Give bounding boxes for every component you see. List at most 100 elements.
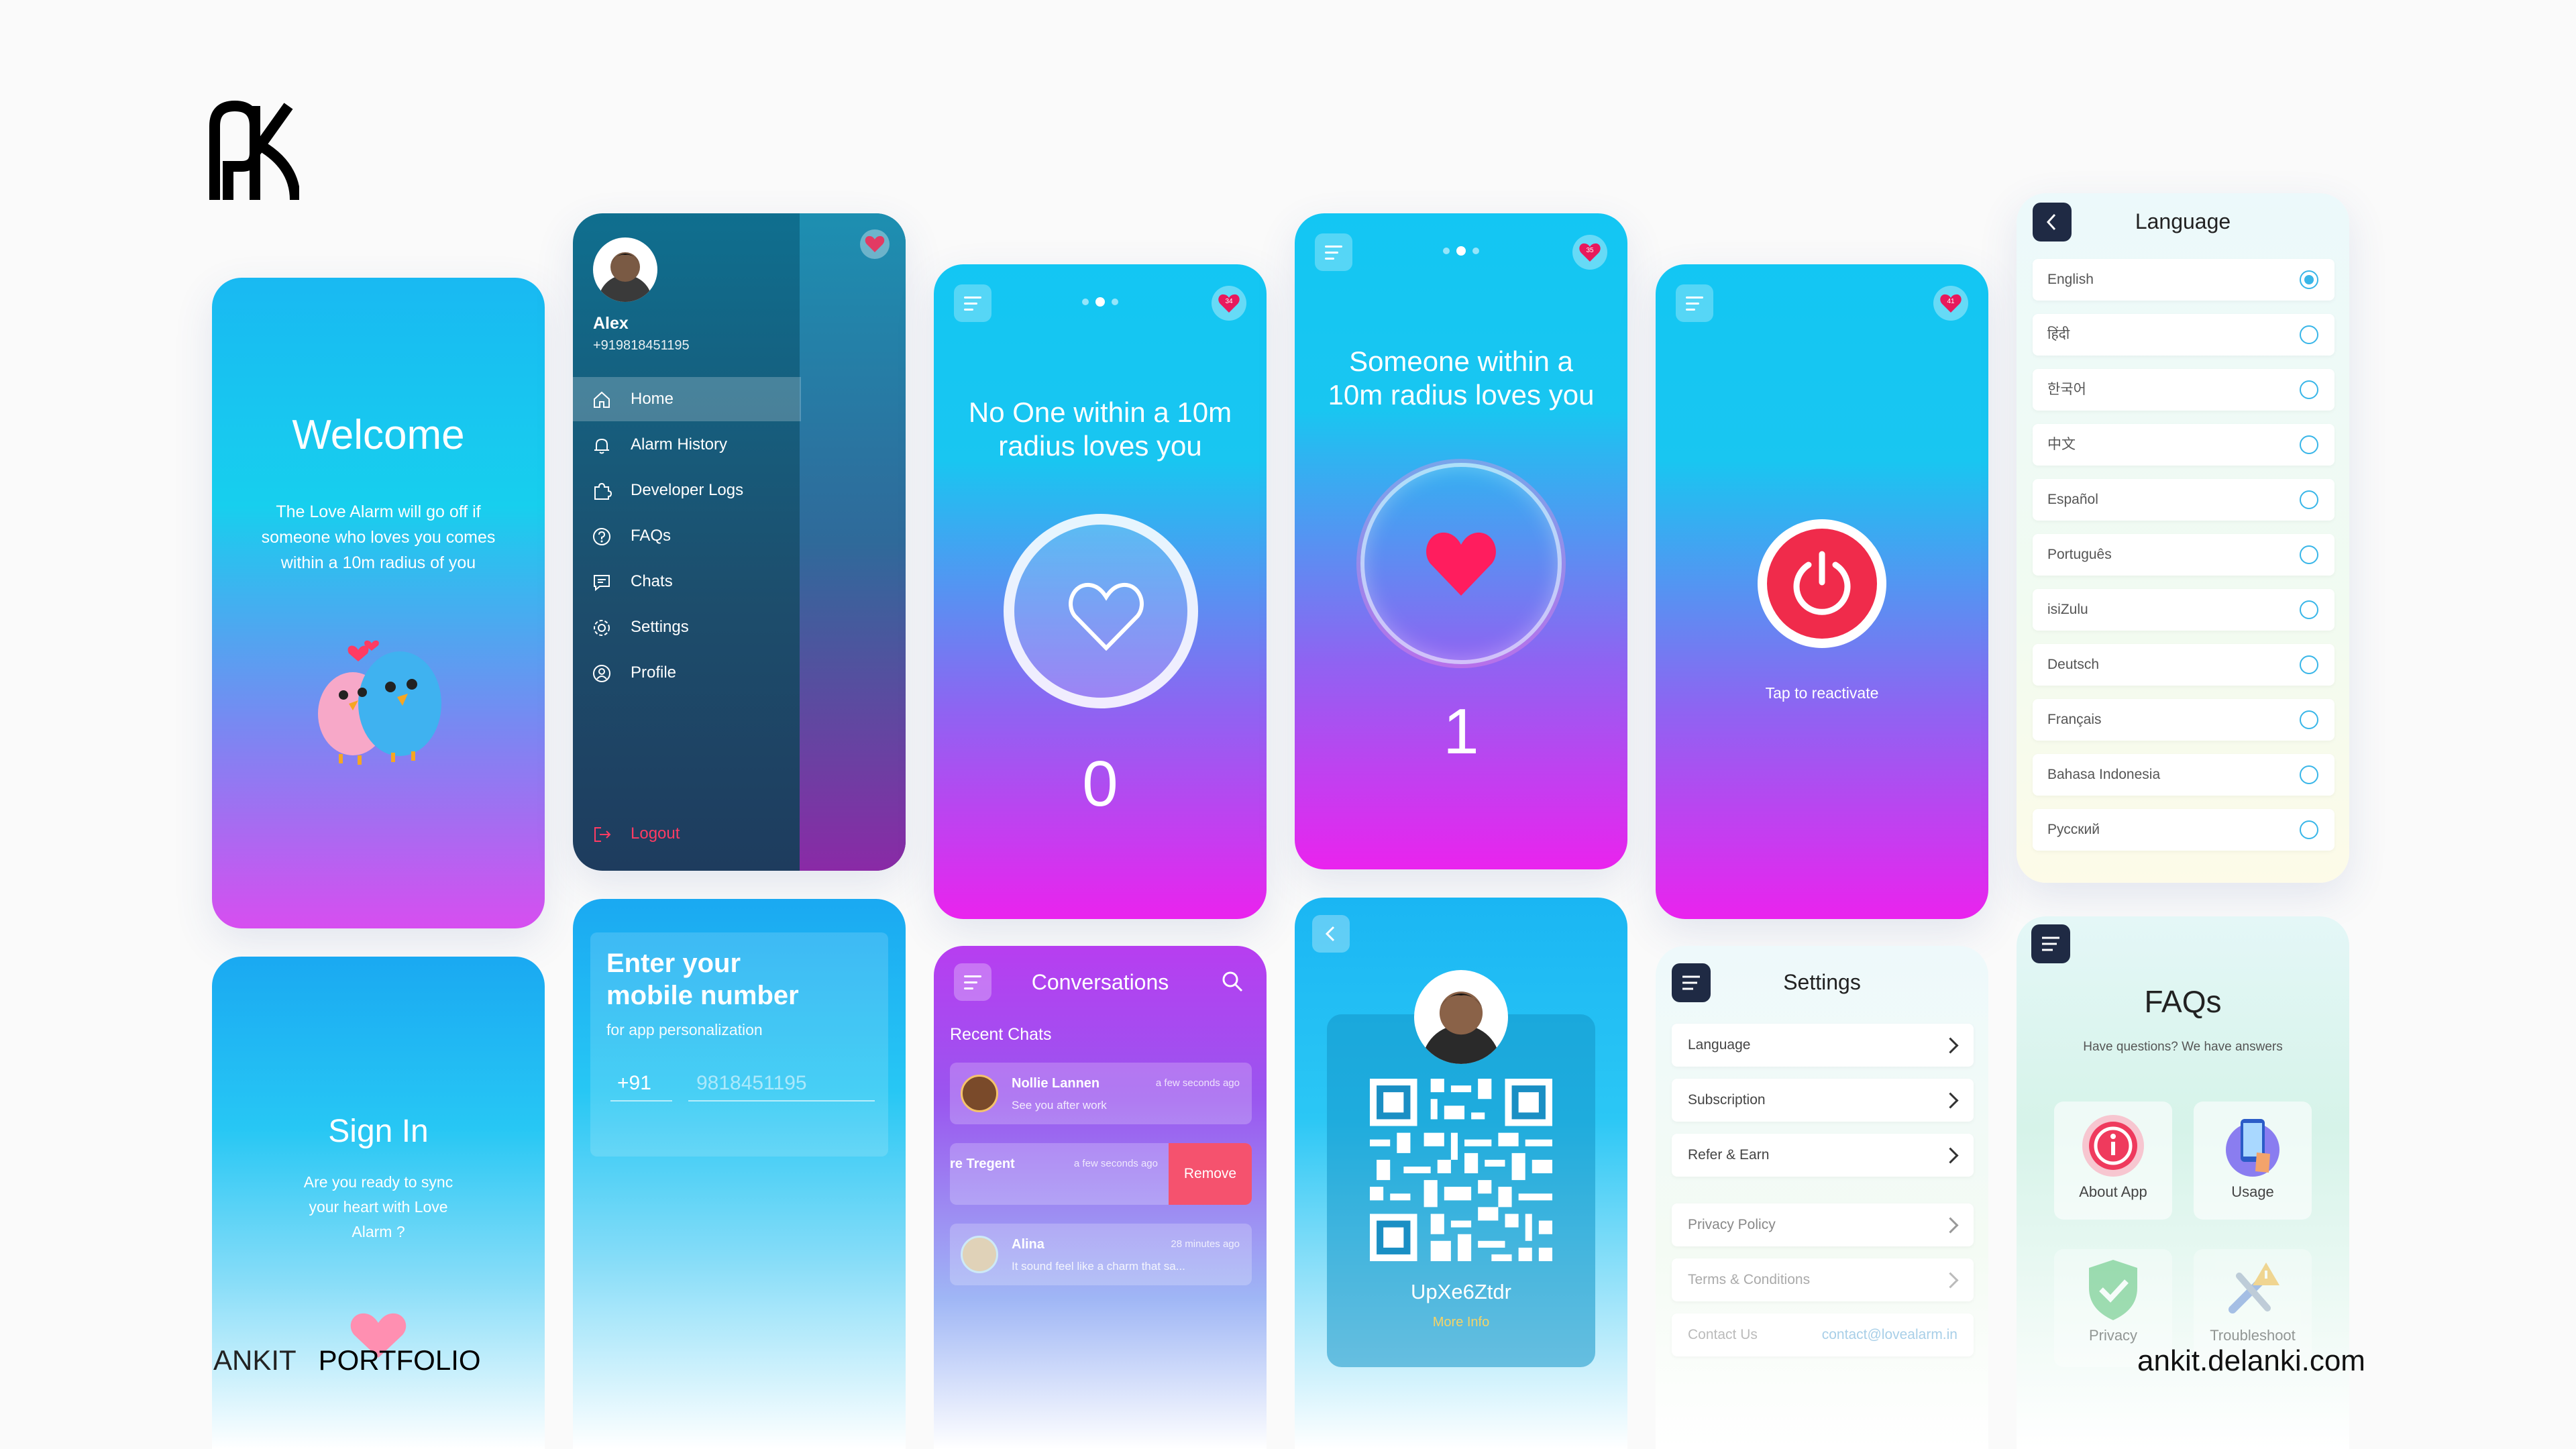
menu-icon xyxy=(2042,936,2059,951)
language-label: Bahasa Indonesia xyxy=(2047,767,2161,782)
language-option[interactable]: 한국어 xyxy=(2033,369,2334,411)
recent-chats-heading: Recent Chats xyxy=(950,1025,1052,1044)
radio-icon[interactable] xyxy=(2300,490,2318,509)
language-label: English xyxy=(2047,272,2094,287)
search-icon[interactable] xyxy=(1221,970,1244,993)
language-option[interactable]: Français xyxy=(2033,699,2334,741)
chat-message: See you after work xyxy=(1012,1099,1107,1112)
menu-button[interactable] xyxy=(2031,924,2070,963)
language-option[interactable]: Deutsch xyxy=(2033,644,2334,686)
alarm-count-badge[interactable] xyxy=(860,229,890,259)
chevron-right-icon xyxy=(1942,1147,1959,1164)
radio-icon[interactable] xyxy=(2300,600,2318,619)
language-option[interactable]: Русский xyxy=(2033,809,2334,851)
footer-website[interactable]: ankit.delanki.com xyxy=(2137,1344,2365,1378)
chat-time: 28 minutes ago xyxy=(1171,1238,1240,1250)
language-screen: Language English हिंदी 한국어 中文 Español Po… xyxy=(2017,193,2349,883)
avatar[interactable] xyxy=(593,237,657,302)
settings-row-refer[interactable]: Refer & Earn xyxy=(1672,1134,1974,1177)
settings-row-contact[interactable]: Contact Us contact@lovealarm.in xyxy=(1672,1313,1974,1356)
language-option[interactable]: isiZulu xyxy=(2033,589,2334,631)
faq-card-label: About App xyxy=(2079,1183,2147,1200)
alarm-count-badge[interactable]: 34 xyxy=(1212,286,1246,321)
settings-row-label: Contact Us xyxy=(1688,1327,1758,1342)
menu-button[interactable] xyxy=(1676,284,1713,322)
drawer-item-chats[interactable]: Chats xyxy=(573,559,801,604)
user-photo-icon xyxy=(1421,991,1501,1064)
language-option[interactable]: 中文 xyxy=(2033,424,2334,466)
drawer-overlay-strip xyxy=(800,213,906,871)
bell-icon xyxy=(594,438,609,454)
language-option[interactable]: Español xyxy=(2033,479,2334,521)
chat-item-swiped[interactable]: re Tregent a few seconds ago Remove xyxy=(950,1143,1252,1205)
radio-icon[interactable] xyxy=(2300,435,2318,454)
phone-number-input[interactable]: 9818451195 xyxy=(688,1072,875,1102)
country-code-field[interactable]: +91 xyxy=(610,1072,672,1102)
language-option[interactable]: हिंदी xyxy=(2033,314,2334,356)
contact-email[interactable]: contact@lovealarm.in xyxy=(1822,1313,1957,1356)
drawer-item-developer-logs[interactable]: Developer Logs xyxy=(573,468,801,513)
faq-card-about[interactable]: About App xyxy=(2054,1102,2172,1220)
drawer-item-label: Profile xyxy=(631,663,677,682)
drawer-item-settings[interactable]: Settings xyxy=(573,605,801,649)
drawer-item-alarm-history[interactable]: Alarm History xyxy=(573,423,801,467)
radio-selected-icon[interactable] xyxy=(2300,270,2318,289)
radio-icon[interactable] xyxy=(2300,545,2318,564)
heart-filled-icon xyxy=(1426,532,1496,596)
reactivate-label[interactable]: Tap to reactivate xyxy=(1656,684,1988,702)
settings-row-label: Subscription xyxy=(1688,1092,1766,1108)
faqs-title: FAQs xyxy=(2144,984,2222,1019)
love-radar-ring[interactable] xyxy=(1360,463,1562,664)
signin-body: Are you ready to sync your heart with Lo… xyxy=(303,1173,453,1240)
alarm-count-badge[interactable]: 41 xyxy=(1933,286,1968,321)
alarm-count-badge[interactable]: 35 xyxy=(1572,235,1607,270)
avatar[interactable] xyxy=(1414,970,1508,1064)
footer-brand-name: ANKIT xyxy=(213,1344,296,1376)
info-icon xyxy=(2082,1115,2144,1177)
language-option[interactable]: Português xyxy=(2033,534,2334,576)
drawer-item-profile[interactable]: Profile xyxy=(573,651,801,695)
radio-icon[interactable] xyxy=(2300,765,2318,784)
qr-code[interactable] xyxy=(1370,1079,1552,1261)
badge-count: 41 xyxy=(1947,298,1955,305)
chat-time: a few seconds ago xyxy=(1155,1077,1240,1089)
faq-card-usage[interactable]: Usage xyxy=(2194,1102,2312,1220)
language-option[interactable]: English xyxy=(2033,259,2334,301)
language-label: Русский xyxy=(2047,822,2100,837)
radio-icon[interactable] xyxy=(2300,325,2318,344)
drawer-item-home[interactable]: Home xyxy=(573,377,801,421)
language-label: Français xyxy=(2047,712,2102,727)
avatar xyxy=(961,1236,998,1273)
more-info-link[interactable]: More Info xyxy=(1295,1315,1627,1330)
chat-icon xyxy=(594,575,610,592)
radio-icon[interactable] xyxy=(2300,820,2318,839)
settings-row-privacy[interactable]: Privacy Policy xyxy=(1672,1203,1974,1246)
logout-button[interactable]: Logout xyxy=(573,812,801,856)
settings-row-language[interactable]: Language xyxy=(1672,1024,1974,1067)
mobile-title-line-2: mobile number xyxy=(606,981,799,1010)
back-button[interactable] xyxy=(1312,915,1350,953)
settings-row-terms[interactable]: Terms & Conditions xyxy=(1672,1258,1974,1301)
radio-icon[interactable] xyxy=(2300,380,2318,399)
user-phone: +919818451195 xyxy=(593,338,690,353)
radio-icon[interactable] xyxy=(2300,655,2318,674)
power-button-inner xyxy=(1767,529,1877,639)
drawer-item-faqs[interactable]: FAQs xyxy=(573,514,801,558)
drawer-item-label: Alarm History xyxy=(631,435,728,453)
chat-item[interactable]: Nollie Lannen a few seconds ago See you … xyxy=(950,1063,1252,1124)
remove-button[interactable]: Remove xyxy=(1169,1143,1252,1205)
language-label: Español xyxy=(2047,492,2098,507)
faq-card-label: Troubleshoot xyxy=(2210,1327,2296,1344)
language-option[interactable]: Bahasa Indonesia xyxy=(2033,754,2334,796)
drawer-item-label: Settings xyxy=(631,618,689,636)
welcome-title: Welcome xyxy=(292,412,465,458)
user-name: Alex xyxy=(593,314,629,333)
settings-row-subscription[interactable]: Subscription xyxy=(1672,1079,1974,1122)
radio-icon[interactable] xyxy=(2300,710,2318,729)
love-radar-ring[interactable] xyxy=(1004,514,1198,708)
avatar xyxy=(961,1075,998,1112)
badge-count: 35 xyxy=(1586,247,1594,254)
chat-item[interactable]: Alina 28 minutes ago It sound feel like … xyxy=(950,1224,1252,1285)
phone-icon xyxy=(2226,1119,2279,1177)
power-button[interactable] xyxy=(1758,519,1886,648)
